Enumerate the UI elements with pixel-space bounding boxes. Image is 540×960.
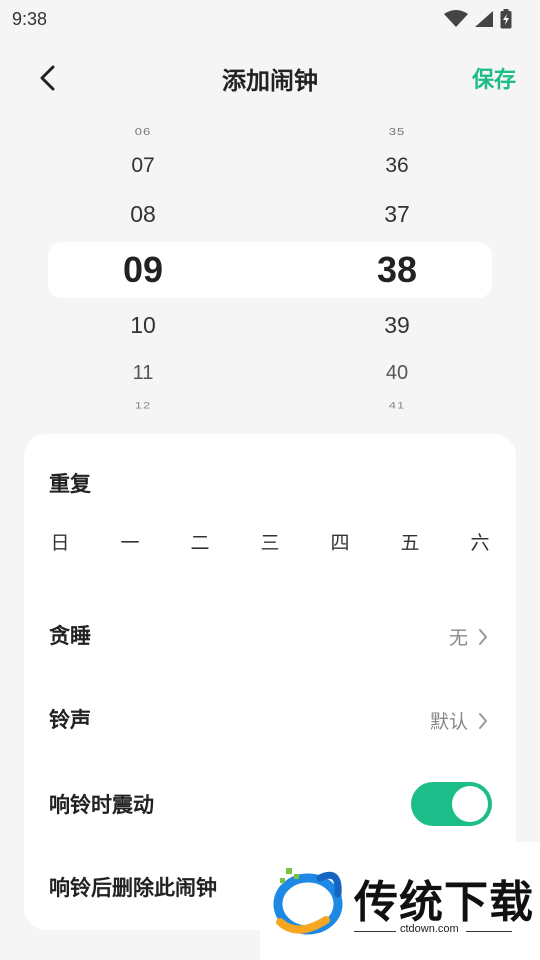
repeat-label: 重复 [49,472,91,496]
battery-charging-icon [500,9,512,29]
weekday-thursday[interactable]: 四 [316,528,364,556]
page-title: 添加闹钟 [222,66,318,95]
delete-after-label: 响铃后删除此闹钟 [49,876,217,900]
vibrate-label: 响铃时震动 [49,793,154,817]
header: 添加闹钟 保存 [0,50,540,106]
minute-option[interactable]: 37 [337,201,457,228]
weekday-sunday[interactable]: 日 [36,528,84,556]
selected-hour[interactable]: 09 [83,249,203,291]
hour-option[interactable]: 08 [83,201,203,228]
ringtone-label: 铃声 [49,708,91,732]
ringtone-value-group: 默认 [430,707,488,734]
weekday-monday[interactable]: 一 [106,528,154,556]
watermark-brand: 传统下载 [354,877,534,928]
snooze-label: 贪睡 [49,624,91,648]
watermark: 传统下载 ctdown.com [260,842,540,960]
status-bar: 9:38 [0,0,540,38]
hour-option[interactable]: 06 [83,126,203,137]
minute-option[interactable]: 35 [337,126,457,137]
weekday-saturday[interactable]: 六 [456,528,504,556]
cellular-signal-icon [475,11,493,27]
minute-option[interactable]: 41 [337,400,457,411]
watermark-site: ctdown.com [400,923,459,935]
hour-option[interactable]: 10 [83,312,203,339]
ringtone-value: 默认 [429,711,468,733]
chevron-right-icon [479,628,487,645]
weekday-selector: 日 一 二 三 四 五 六 [36,528,504,556]
status-icons [444,9,512,29]
weekday-wednesday[interactable]: 三 [246,528,294,556]
hour-wheel[interactable]: 06 07 08 09 10 11 12 [83,118,203,418]
snooze-value: 无 [448,627,468,649]
time-picker[interactable]: 06 07 08 09 10 11 12 35 36 37 38 39 40 4… [0,118,540,418]
wifi-icon [444,10,468,27]
selected-minute[interactable]: 38 [337,249,457,291]
toggle-knob [452,786,488,822]
back-button[interactable] [30,60,66,96]
watermark-divider-right [466,931,512,932]
chevron-right-icon [479,712,487,729]
hour-option[interactable]: 11 [83,362,203,385]
watermark-divider-left [354,931,396,932]
minute-option[interactable]: 39 [337,312,457,339]
hour-option[interactable]: 12 [83,400,203,411]
vibrate-toggle[interactable] [411,782,492,826]
weekday-tuesday[interactable]: 二 [176,528,224,556]
chevron-left-icon [40,65,55,91]
minute-option[interactable]: 40 [337,362,457,385]
snooze-value-group: 无 [449,623,488,650]
minute-wheel[interactable]: 35 36 37 38 39 40 41 [337,118,457,418]
hour-option[interactable]: 07 [83,154,203,178]
status-time: 9:38 [12,8,48,29]
weekday-friday[interactable]: 五 [386,528,434,556]
ctdown-logo-icon [273,868,343,935]
minute-option[interactable]: 36 [337,154,457,178]
save-button[interactable]: 保存 [472,62,516,94]
